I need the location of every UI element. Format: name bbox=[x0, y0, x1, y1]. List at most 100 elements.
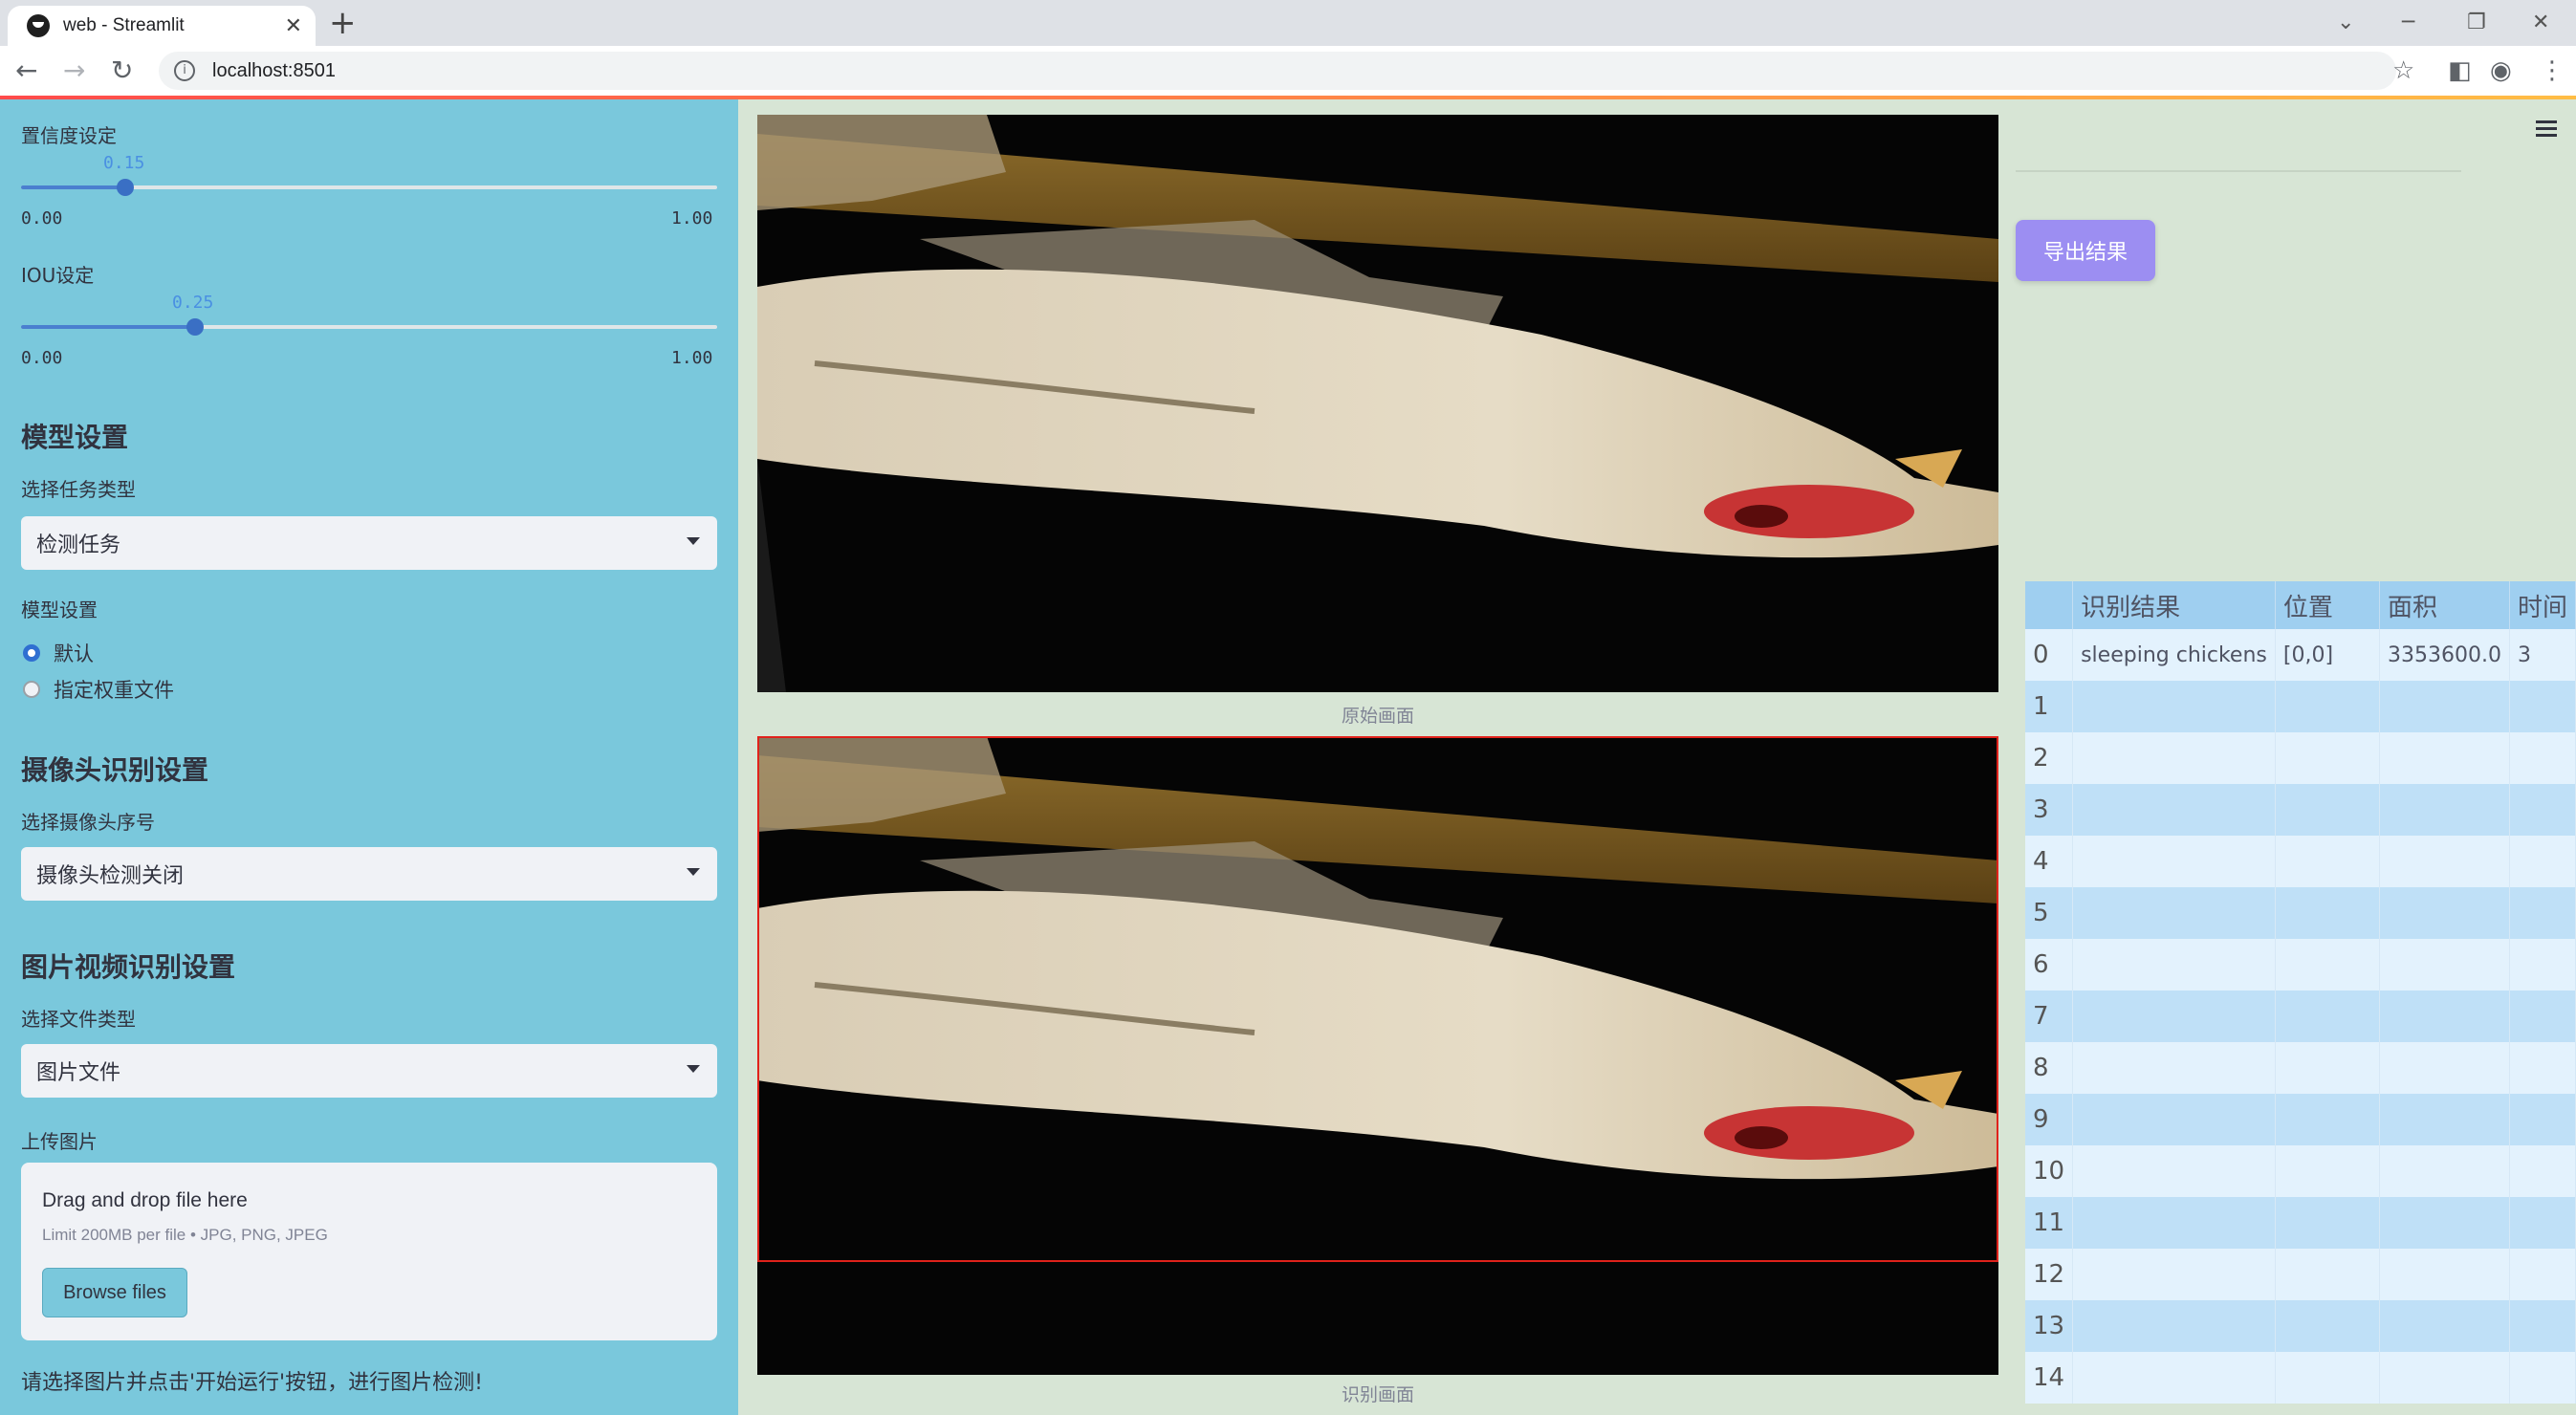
time-cell[interactable] bbox=[2509, 1300, 2576, 1352]
position-cell[interactable] bbox=[2275, 732, 2381, 784]
result-cell[interactable] bbox=[2072, 681, 2276, 732]
time-cell[interactable] bbox=[2509, 990, 2576, 1042]
area-cell[interactable] bbox=[2379, 1249, 2510, 1300]
url-text[interactable]: localhost:8501 bbox=[212, 60, 336, 82]
confidence-slider-thumb[interactable] bbox=[117, 179, 135, 196]
result-cell[interactable] bbox=[2072, 1249, 2276, 1300]
table-row[interactable]: 8 bbox=[2025, 1042, 2576, 1094]
table-row[interactable]: 3 bbox=[2025, 784, 2576, 836]
restore-icon[interactable]: ❐ bbox=[2467, 6, 2486, 40]
row-index-cell[interactable]: 14 bbox=[2025, 1352, 2074, 1404]
time-cell[interactable] bbox=[2509, 732, 2576, 784]
table-row[interactable]: 6 bbox=[2025, 939, 2576, 990]
result-cell[interactable] bbox=[2072, 990, 2276, 1042]
profile-icon[interactable]: ◉ bbox=[2490, 55, 2512, 86]
radio-custom-weights-dot[interactable] bbox=[23, 681, 40, 698]
row-index-cell[interactable]: 3 bbox=[2025, 784, 2074, 836]
table-row[interactable]: 13 bbox=[2025, 1300, 2576, 1352]
area-cell[interactable] bbox=[2379, 681, 2510, 732]
table-row[interactable]: 10 bbox=[2025, 1145, 2576, 1197]
area-cell[interactable] bbox=[2379, 1145, 2510, 1197]
row-index-cell[interactable]: 8 bbox=[2025, 1042, 2074, 1094]
row-index-cell[interactable]: 5 bbox=[2025, 887, 2074, 939]
radio-default-dot[interactable] bbox=[23, 644, 40, 662]
hamburger-icon[interactable] bbox=[2536, 120, 2557, 138]
minimize-icon[interactable]: ─ bbox=[2402, 6, 2414, 40]
area-cell[interactable] bbox=[2379, 1042, 2510, 1094]
result-cell[interactable]: sleeping chickens bbox=[2072, 629, 2276, 681]
task-type-select[interactable]: 检测任务 bbox=[21, 516, 717, 570]
position-cell[interactable] bbox=[2275, 784, 2381, 836]
column-header-result[interactable]: 识别结果 bbox=[2072, 581, 2276, 629]
iou-slider-thumb[interactable] bbox=[186, 318, 204, 336]
position-cell[interactable] bbox=[2275, 1249, 2381, 1300]
sidepanel-icon[interactable]: ◧ bbox=[2448, 55, 2472, 86]
row-index-cell[interactable]: 1 bbox=[2025, 681, 2074, 732]
time-cell[interactable] bbox=[2509, 681, 2576, 732]
area-cell[interactable]: 3353600.0 bbox=[2379, 629, 2510, 681]
time-cell[interactable] bbox=[2509, 1352, 2576, 1404]
table-row[interactable]: 12 bbox=[2025, 1249, 2576, 1300]
position-cell[interactable] bbox=[2275, 1145, 2381, 1197]
row-index-cell[interactable]: 13 bbox=[2025, 1300, 2074, 1352]
kebab-menu-icon[interactable]: ⋮ bbox=[2540, 55, 2565, 86]
position-cell[interactable] bbox=[2275, 681, 2381, 732]
column-header-time[interactable]: 时间 bbox=[2509, 581, 2576, 629]
reload-icon[interactable]: ↻ bbox=[111, 54, 133, 88]
time-cell[interactable] bbox=[2509, 784, 2576, 836]
time-cell[interactable]: 3 bbox=[2509, 629, 2576, 681]
position-cell[interactable] bbox=[2275, 836, 2381, 887]
result-cell[interactable] bbox=[2072, 1042, 2276, 1094]
area-cell[interactable] bbox=[2379, 939, 2510, 990]
radio-default[interactable]: 默认 bbox=[23, 639, 94, 667]
table-row[interactable]: 5 bbox=[2025, 887, 2576, 939]
table-row[interactable]: 0 sleeping chickens [0,0] 3353600.0 3 bbox=[2025, 629, 2576, 681]
result-cell[interactable] bbox=[2072, 1352, 2276, 1404]
file-type-select[interactable]: 图片文件 bbox=[21, 1044, 717, 1098]
time-cell[interactable] bbox=[2509, 1042, 2576, 1094]
export-results-button[interactable]: 导出结果 bbox=[2016, 220, 2155, 281]
time-cell[interactable] bbox=[2509, 836, 2576, 887]
table-row[interactable]: 11 bbox=[2025, 1197, 2576, 1249]
area-cell[interactable] bbox=[2379, 732, 2510, 784]
time-cell[interactable] bbox=[2509, 939, 2576, 990]
browser-tab[interactable]: web - Streamlit ✕ bbox=[8, 6, 316, 46]
row-index-cell[interactable]: 12 bbox=[2025, 1249, 2074, 1300]
window-close-icon[interactable]: ✕ bbox=[2532, 6, 2549, 40]
table-row[interactable]: 9 bbox=[2025, 1094, 2576, 1145]
column-header-index[interactable] bbox=[2025, 581, 2074, 629]
row-index-cell[interactable]: 6 bbox=[2025, 939, 2074, 990]
result-cell[interactable] bbox=[2072, 836, 2276, 887]
area-cell[interactable] bbox=[2379, 784, 2510, 836]
result-cell[interactable] bbox=[2072, 732, 2276, 784]
position-cell[interactable] bbox=[2275, 1352, 2381, 1404]
file-dropzone[interactable]: Drag and drop file here Limit 200MB per … bbox=[21, 1163, 717, 1340]
column-header-position[interactable]: 位置 bbox=[2275, 581, 2381, 629]
position-cell[interactable] bbox=[2275, 939, 2381, 990]
area-cell[interactable] bbox=[2379, 1352, 2510, 1404]
area-cell[interactable] bbox=[2379, 1300, 2510, 1352]
browse-files-button[interactable]: Browse files bbox=[42, 1268, 187, 1317]
time-cell[interactable] bbox=[2509, 1094, 2576, 1145]
result-cell[interactable] bbox=[2072, 939, 2276, 990]
camera-index-select[interactable]: 摄像头检测关闭 bbox=[21, 847, 717, 901]
new-tab-button[interactable]: + bbox=[329, 6, 357, 40]
area-cell[interactable] bbox=[2379, 836, 2510, 887]
time-cell[interactable] bbox=[2509, 1197, 2576, 1249]
position-cell[interactable] bbox=[2275, 1300, 2381, 1352]
star-icon[interactable]: ☆ bbox=[2392, 55, 2414, 86]
area-cell[interactable] bbox=[2379, 887, 2510, 939]
iou-slider[interactable] bbox=[21, 318, 717, 336]
result-cell[interactable] bbox=[2072, 1145, 2276, 1197]
address-bar[interactable]: i localhost:8501 bbox=[159, 52, 2396, 90]
result-cell[interactable] bbox=[2072, 887, 2276, 939]
forward-icon[interactable]: → bbox=[63, 54, 85, 88]
time-cell[interactable] bbox=[2509, 887, 2576, 939]
info-icon[interactable]: i bbox=[174, 60, 195, 81]
result-cell[interactable] bbox=[2072, 1300, 2276, 1352]
table-row[interactable]: 1 bbox=[2025, 681, 2576, 732]
row-index-cell[interactable]: 10 bbox=[2025, 1145, 2074, 1197]
table-row[interactable]: 14 bbox=[2025, 1352, 2576, 1404]
table-row[interactable]: 2 bbox=[2025, 732, 2576, 784]
time-cell[interactable] bbox=[2509, 1249, 2576, 1300]
